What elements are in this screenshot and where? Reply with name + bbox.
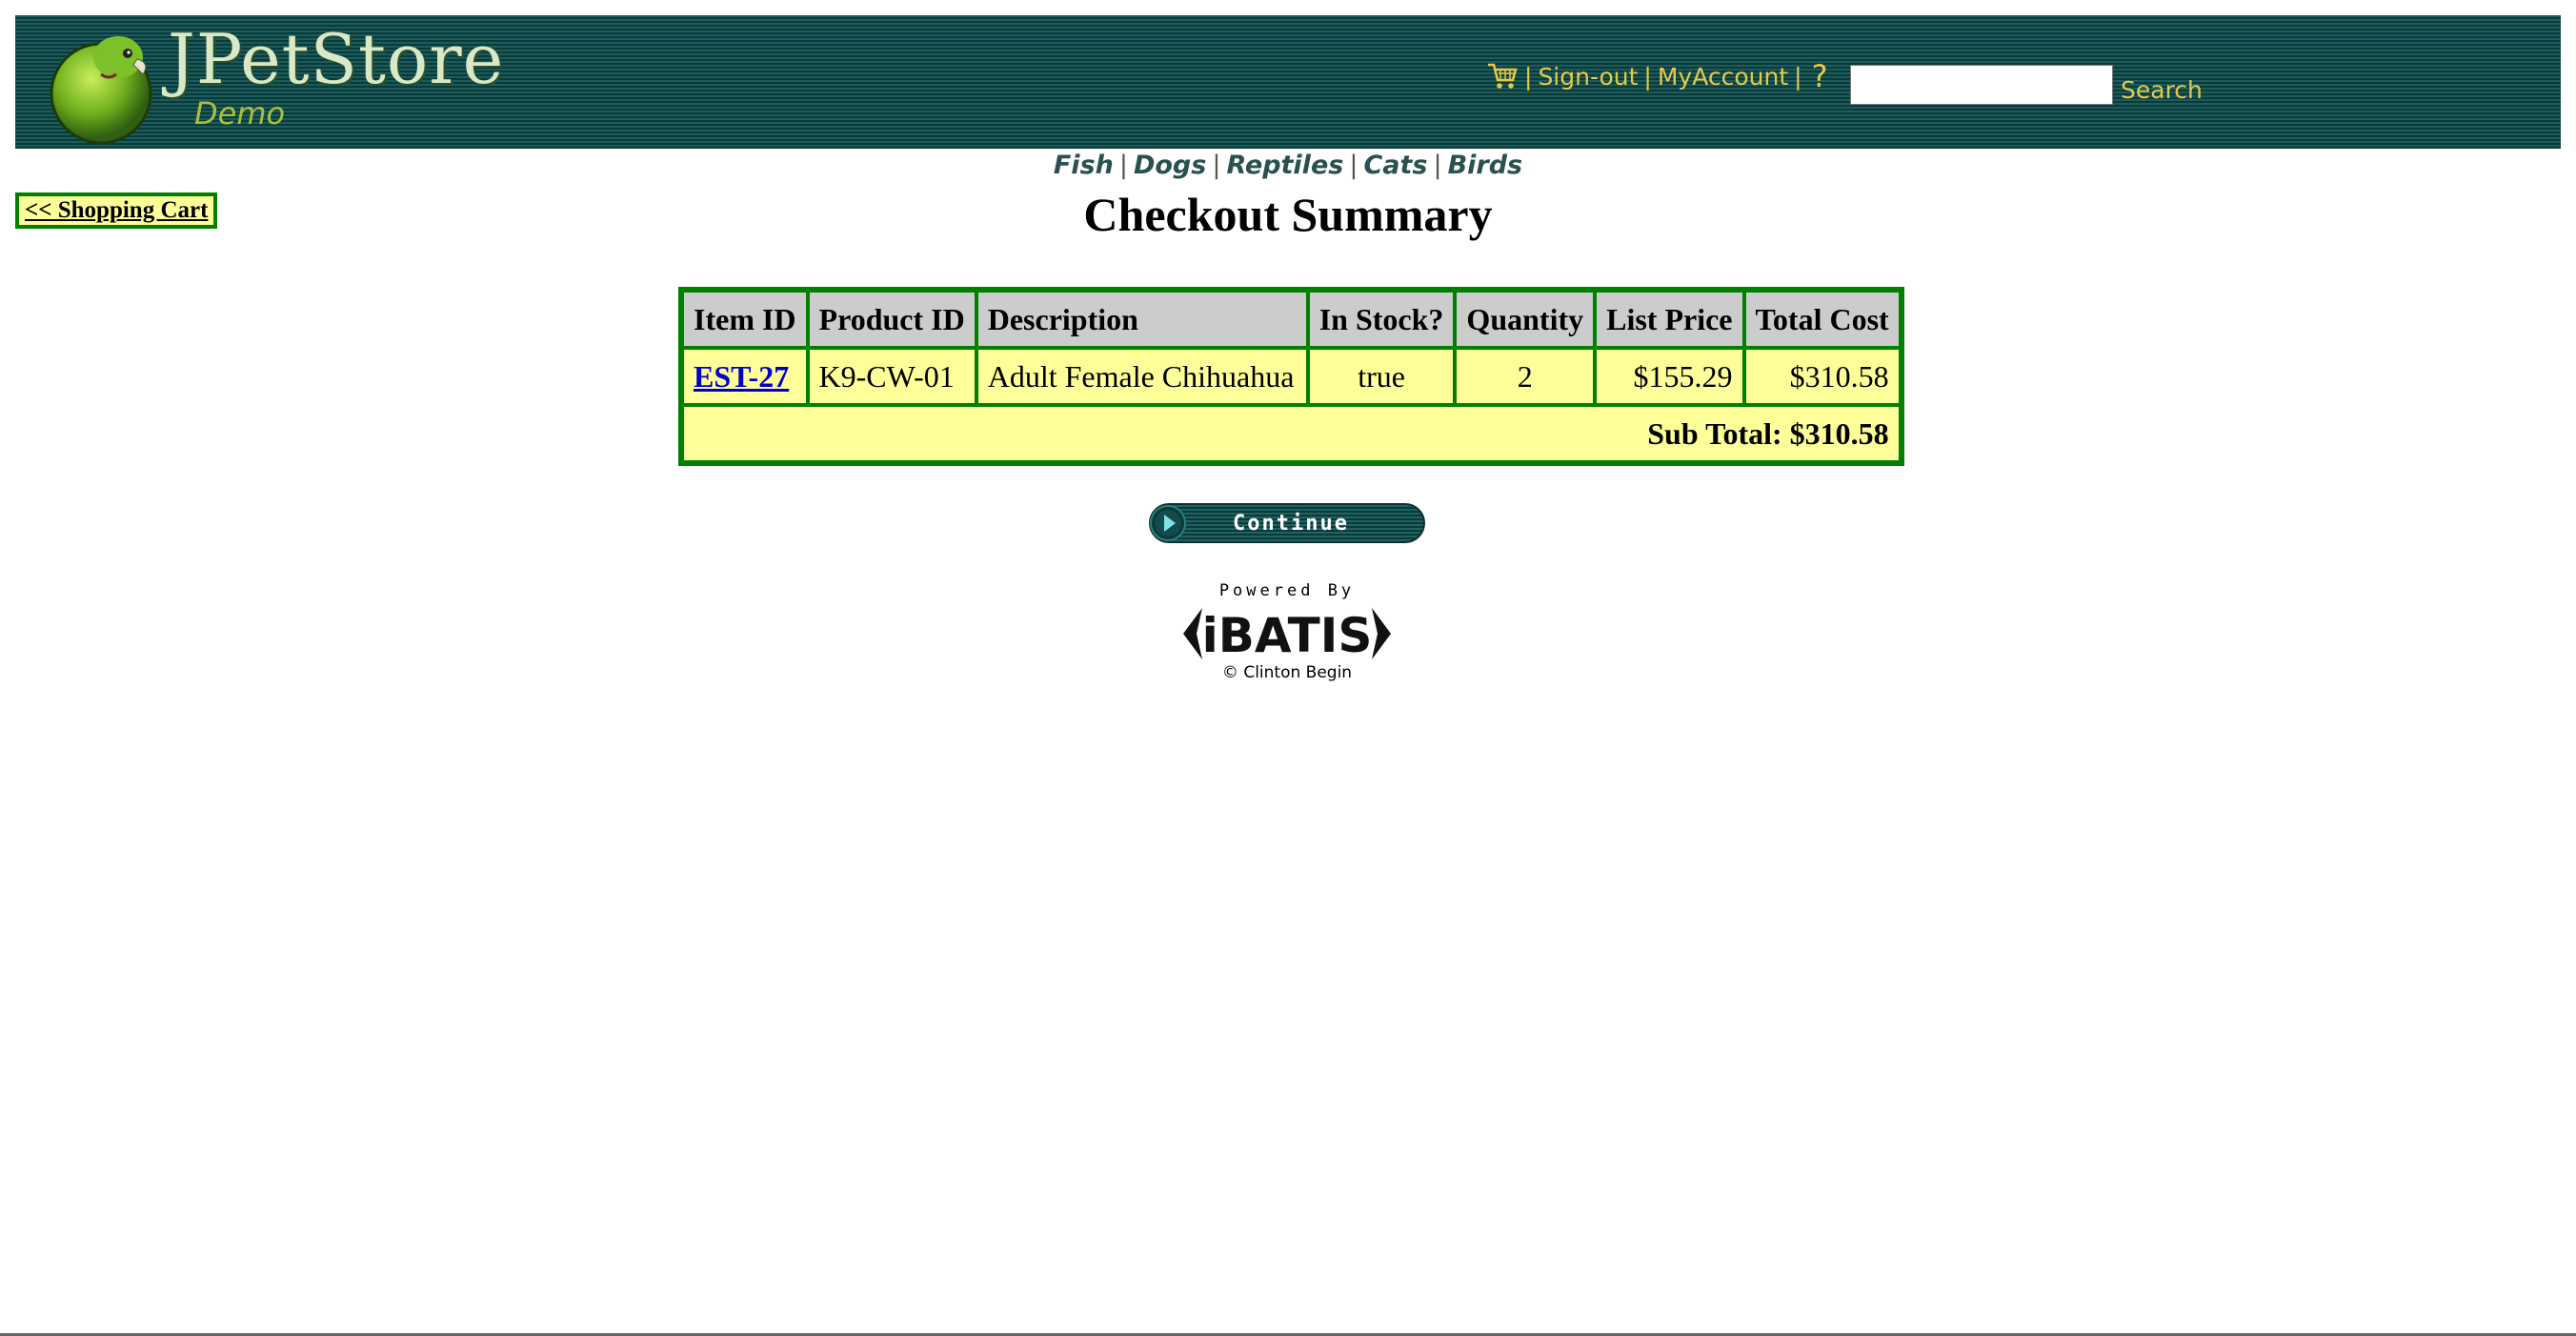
continue-label: Continue: [1233, 511, 1349, 536]
category-link-reptiles[interactable]: Reptiles: [1226, 151, 1343, 180]
category-link-fish[interactable]: Fish: [1054, 151, 1114, 180]
table-header-row: Item ID Product ID Description In Stock?…: [682, 291, 1901, 348]
my-account-link[interactable]: MyAccount: [1658, 63, 1788, 91]
checkout-table: Item ID Product ID Description In Stock?…: [678, 287, 1904, 466]
ibatis-logo-icon: iBATIS: [1183, 608, 1391, 663]
category-link-birds[interactable]: Birds: [1448, 151, 1523, 180]
header-product-id: Product ID: [807, 291, 976, 348]
category-separator: |: [1212, 151, 1221, 180]
powered-by-label: Powered By: [1218, 581, 1356, 600]
header-in-stock: In Stock?: [1307, 291, 1456, 348]
category-separator: |: [1118, 151, 1128, 180]
powered-by-credit: © Clinton Begin: [1221, 663, 1353, 682]
logo-subtitle: Demo: [194, 95, 286, 132]
menu-separator: |: [1524, 62, 1533, 91]
cell-item-id: EST-27: [682, 348, 808, 405]
header-list-price: List Price: [1595, 291, 1744, 348]
menu-separator: |: [1643, 62, 1652, 91]
category-separator: |: [1349, 151, 1358, 180]
page-title: Checkout Summary: [1083, 188, 1493, 241]
header-item-id: Item ID: [682, 291, 808, 348]
continue-button[interactable]: Continue: [1149, 503, 1425, 543]
search-input[interactable]: [1850, 65, 2113, 105]
cell-total-cost: $310.58: [1743, 348, 1901, 405]
parrot-logo-icon: [50, 36, 152, 145]
item-id-link[interactable]: EST-27: [694, 359, 789, 394]
category-separator: |: [1433, 151, 1442, 180]
ibatis-brand-text: iBATIS: [1202, 608, 1373, 663]
subtotal-cell: Sub Total: $310.58: [682, 405, 1901, 462]
header-banner: JPetStore Demo | Sign-out | MyAccount | …: [15, 15, 2561, 149]
cell-quantity: 2: [1455, 348, 1596, 405]
header-description: Description: [976, 291, 1308, 348]
help-icon[interactable]: ?: [1812, 58, 1828, 94]
logo-title: JPetStore: [168, 19, 505, 99]
cell-in-stock: true: [1307, 348, 1456, 405]
play-icon: [1150, 505, 1186, 541]
category-nav: Fish | Dogs | Reptiles | Cats | Birds: [0, 151, 2576, 180]
cell-description: Adult Female Chihuahua: [976, 348, 1308, 405]
header-quantity: Quantity: [1455, 291, 1596, 348]
cell-product-id: K9-CW-01: [807, 348, 976, 405]
header-menu: | Sign-out | MyAccount | ?: [1486, 57, 1828, 95]
menu-separator: |: [1794, 62, 1802, 91]
search-button[interactable]: Search: [2121, 76, 2203, 104]
powered-by-logo: Powered By iBATIS © Clinton Begin: [1181, 581, 1393, 696]
category-link-dogs[interactable]: Dogs: [1134, 151, 1206, 180]
table-row: EST-27 K9-CW-01 Adult Female Chihuahua t…: [682, 348, 1901, 405]
cell-list-price: $155.29: [1595, 348, 1744, 405]
sign-out-link[interactable]: Sign-out: [1538, 63, 1638, 91]
category-link-cats[interactable]: Cats: [1363, 151, 1427, 180]
header-total-cost: Total Cost: [1743, 291, 1901, 348]
cart-icon[interactable]: [1486, 61, 1519, 91]
subtotal-row: Sub Total: $310.58: [682, 405, 1901, 462]
